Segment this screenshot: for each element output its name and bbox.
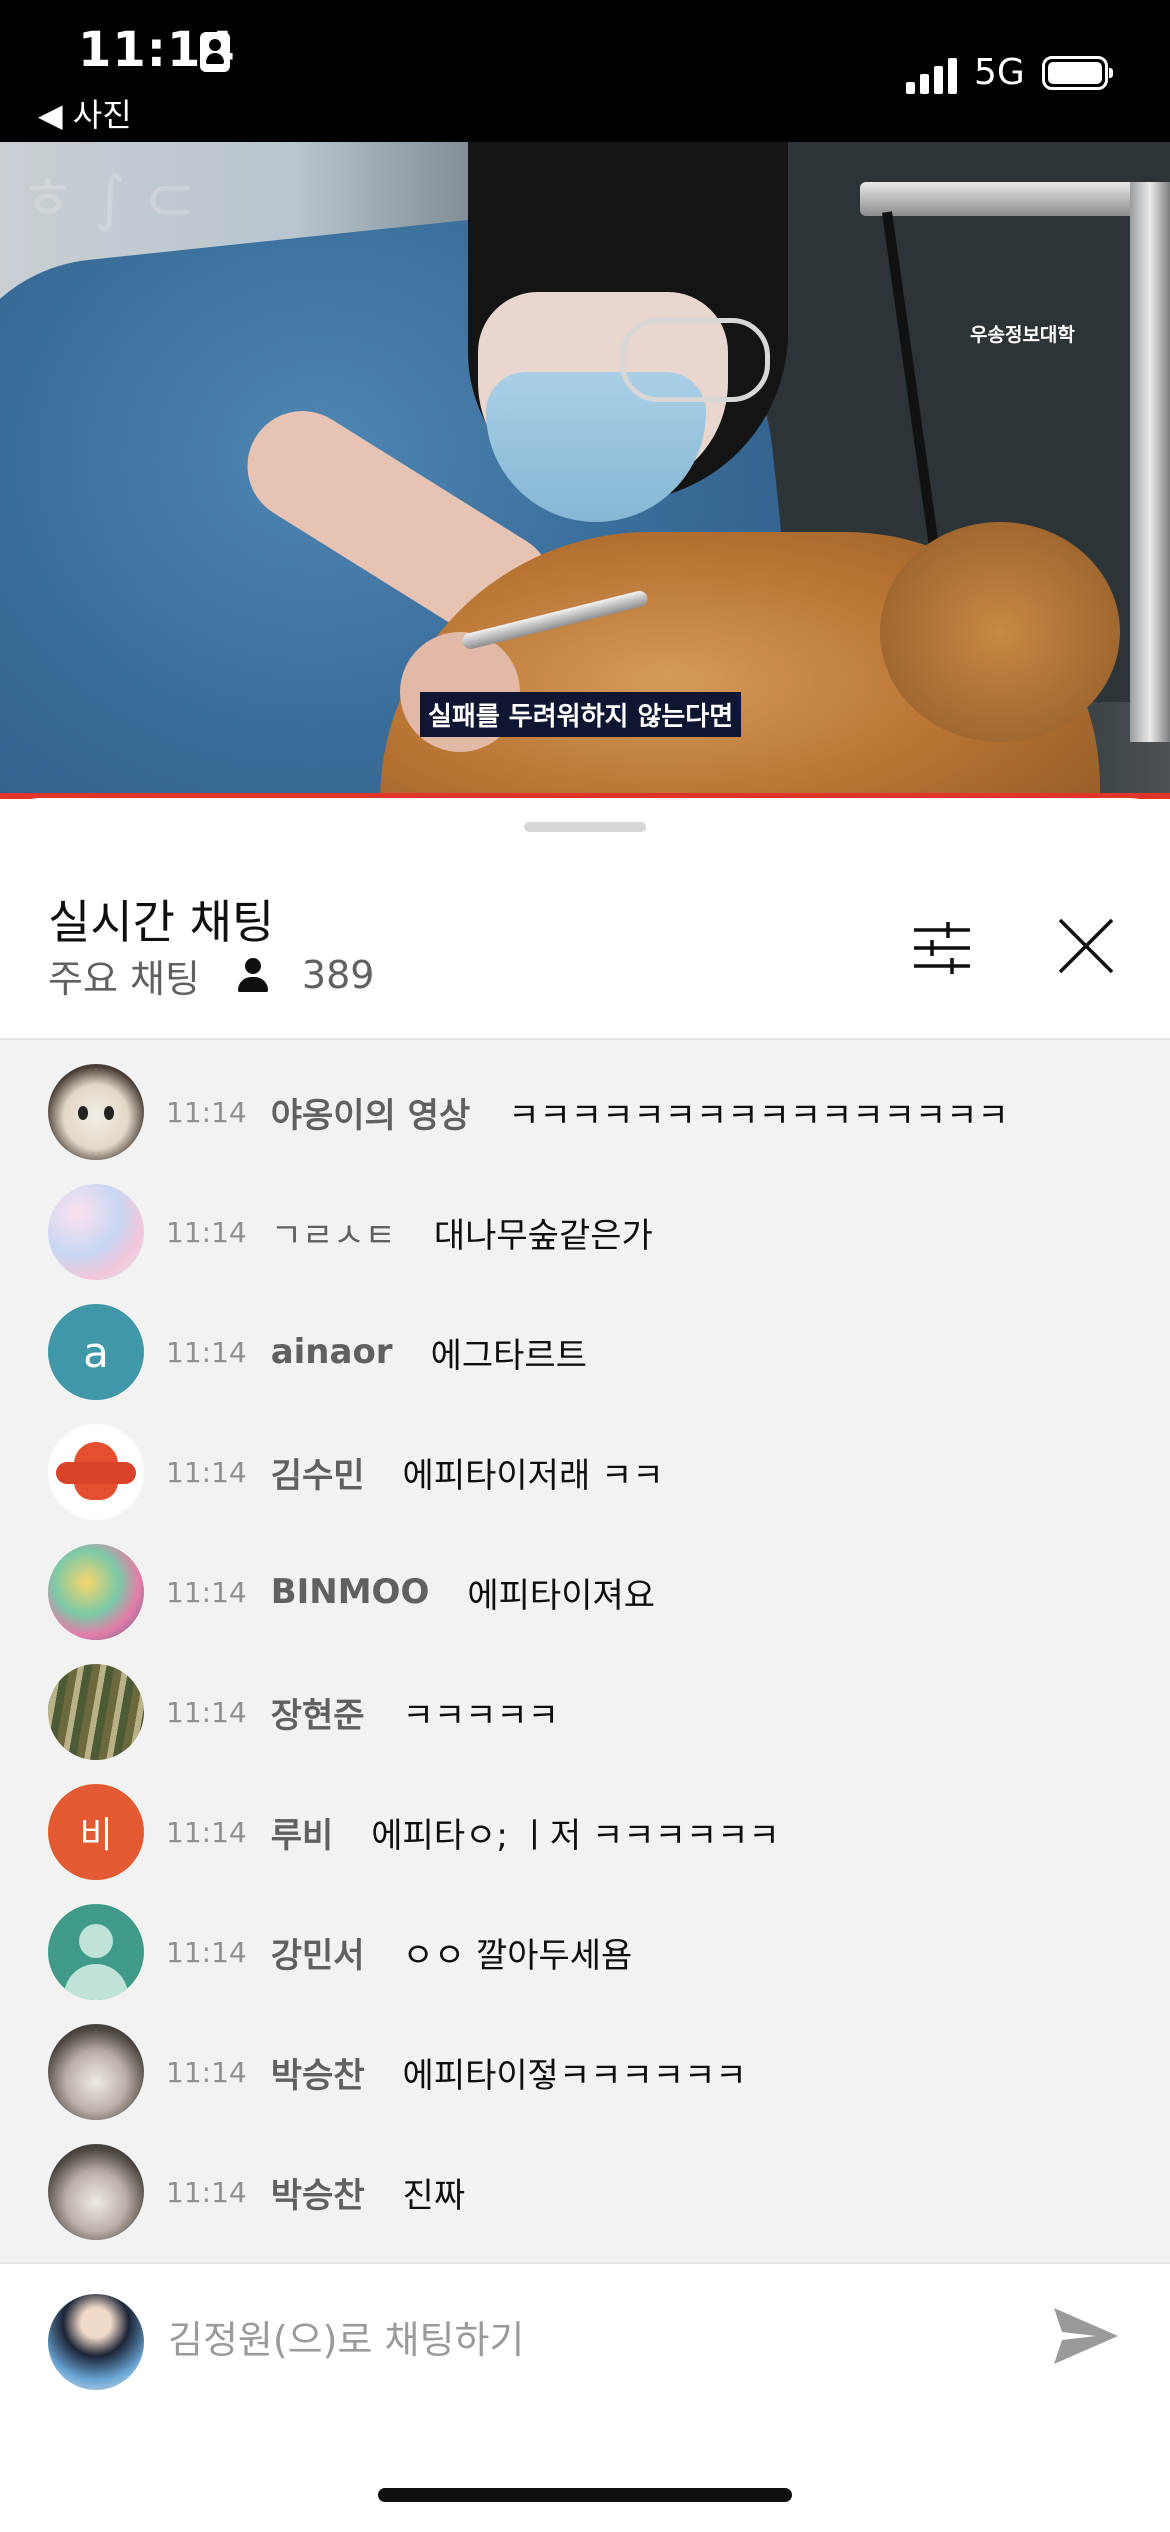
message-time: 11:14 <box>166 1335 247 1369</box>
message-time: 11:14 <box>166 2055 247 2089</box>
avatar[interactable] <box>48 1664 144 1760</box>
message-time: 11:14 <box>166 1935 247 1969</box>
video-watermark: 우송정보대학 <box>970 324 1075 346</box>
message-text: 에피타이젛ㅋㅋㅋㅋㅋㅋ <box>402 2055 747 2096</box>
avatar[interactable] <box>48 2144 144 2240</box>
message-text: 대나무숲같은가 <box>433 1215 653 1256</box>
avatar[interactable] <box>48 1424 144 1520</box>
avatar[interactable]: a <box>48 1304 144 1400</box>
message-author[interactable]: 야옹이의 영상 <box>271 1088 471 1137</box>
chat-message: a 11:14 ainaor 에그타르트 <box>0 1302 1170 1402</box>
message-time: 11:14 <box>166 2175 247 2209</box>
chat-title: 실시간 채팅 <box>48 895 275 949</box>
live-chat-panel: 실시간 채팅 주요 채팅 389 11:14 야옹이의 영상 ㅋㅋㅋㅋㅋㅋㅋㅋㅋ… <box>0 798 1170 2532</box>
avatar[interactable] <box>48 2024 144 2120</box>
avatar[interactable] <box>48 1544 144 1640</box>
message-time: 11:14 <box>166 1815 247 1849</box>
close-icon[interactable] <box>1056 916 1116 976</box>
message-author[interactable]: 김수민 <box>271 1448 365 1497</box>
video-caption: 실패를 두려워하지 않는다면 <box>420 692 742 737</box>
chat-mode-selector[interactable]: 주요 채팅 <box>48 948 200 1003</box>
person-icon <box>236 958 270 992</box>
chat-message-list[interactable]: 11:14 야옹이의 영상 ㅋㅋㅋㅋㅋㅋㅋㅋㅋㅋㅋㅋㅋㅋㅋㅋ 11:14 ㄱㄹㅅ… <box>0 1040 1170 2262</box>
person-badge-icon <box>200 32 230 72</box>
chat-message: 11:14 박승찬 진짜 <box>0 2142 1170 2242</box>
message-text: 진짜 <box>402 2175 466 2216</box>
video-glasses <box>620 318 770 402</box>
message-text: 에그타르트 <box>430 1335 587 1376</box>
message-text: 에피타ㅇ; ㅣ저 ㅋㅋㅋㅋㅋㅋ <box>371 1815 780 1856</box>
message-author[interactable]: ㄱㄹㅅㅌ <box>271 1208 396 1257</box>
chat-message: 11:14 강민서 ㅇㅇ 깔아두세욤 <box>0 1902 1170 2002</box>
chat-message: 11:14 BINMOO 에피타이져요 <box>0 1542 1170 1642</box>
status-bar: 11:14 ◀ 사진 5G <box>0 0 1170 142</box>
message-author[interactable]: 장현준 <box>271 1688 365 1737</box>
message-author[interactable]: 루비 <box>271 1808 334 1857</box>
message-author[interactable]: 강민서 <box>271 1928 365 1977</box>
message-text: 에피타이져요 <box>467 1575 656 1616</box>
chat-message: 11:14 ㄱㄹㅅㅌ 대나무숲같은가 <box>0 1182 1170 1282</box>
message-author[interactable]: 박승찬 <box>271 2168 365 2217</box>
viewer-count: 389 <box>301 953 375 997</box>
message-text: ㅇㅇ 깔아두세욤 <box>402 1935 633 1976</box>
network-label: 5G <box>974 52 1025 93</box>
avatar[interactable] <box>48 1064 144 1160</box>
chat-subheader: 주요 채팅 389 <box>48 948 375 1003</box>
chat-message: 11:14 야옹이의 영상 ㅋㅋㅋㅋㅋㅋㅋㅋㅋㅋㅋㅋㅋㅋㅋㅋ <box>0 1062 1170 1162</box>
message-time: 11:14 <box>166 1215 247 1249</box>
video-grooming-arm <box>860 182 1170 216</box>
chat-input-bar <box>0 2264 1170 2430</box>
avatar[interactable]: 비 <box>48 1784 144 1880</box>
message-author[interactable]: ainaor <box>271 1332 393 1372</box>
chat-message: 비 11:14 루비 에피타ㅇ; ㅣ저 ㅋㅋㅋㅋㅋㅋ <box>0 1782 1170 1882</box>
video-grooming-pole <box>1130 182 1170 742</box>
filter-sliders-icon[interactable] <box>910 916 974 980</box>
avatar[interactable] <box>48 1904 144 2000</box>
chat-input[interactable] <box>168 2308 988 2372</box>
message-text: 에피타이저래 ㅋㅋ <box>402 1455 664 1496</box>
drag-handle[interactable] <box>524 822 646 832</box>
message-time: 11:14 <box>166 1695 247 1729</box>
chat-message: 11:14 김수민 에피타이저래 ㅋㅋ <box>0 1422 1170 1522</box>
chat-message: 11:14 박승찬 에피타이젛ㅋㅋㅋㅋㅋㅋ <box>0 2022 1170 2122</box>
signal-icon <box>906 56 960 94</box>
video-dog-head <box>880 522 1120 742</box>
message-author[interactable]: BINMOO <box>271 1572 430 1612</box>
battery-icon <box>1042 56 1113 90</box>
message-text: ㅋㅋㅋㅋㅋ <box>402 1695 559 1736</box>
message-time: 11:14 <box>166 1575 247 1609</box>
message-author[interactable]: 박승찬 <box>271 2048 365 2097</box>
message-time: 11:14 <box>166 1095 247 1129</box>
message-text: ㅋㅋㅋㅋㅋㅋㅋㅋㅋㅋㅋㅋㅋㅋㅋㅋ <box>508 1095 1009 1136</box>
send-icon[interactable] <box>1052 2304 1120 2368</box>
home-indicator[interactable] <box>378 2488 792 2502</box>
avatar[interactable] <box>48 1184 144 1280</box>
user-avatar[interactable] <box>48 2294 144 2390</box>
message-time: 11:14 <box>166 1455 247 1489</box>
chat-message: 11:14 장현준 ㅋㅋㅋㅋㅋ <box>0 1662 1170 1762</box>
back-to-photos-link[interactable]: ◀ 사진 <box>38 90 132 136</box>
